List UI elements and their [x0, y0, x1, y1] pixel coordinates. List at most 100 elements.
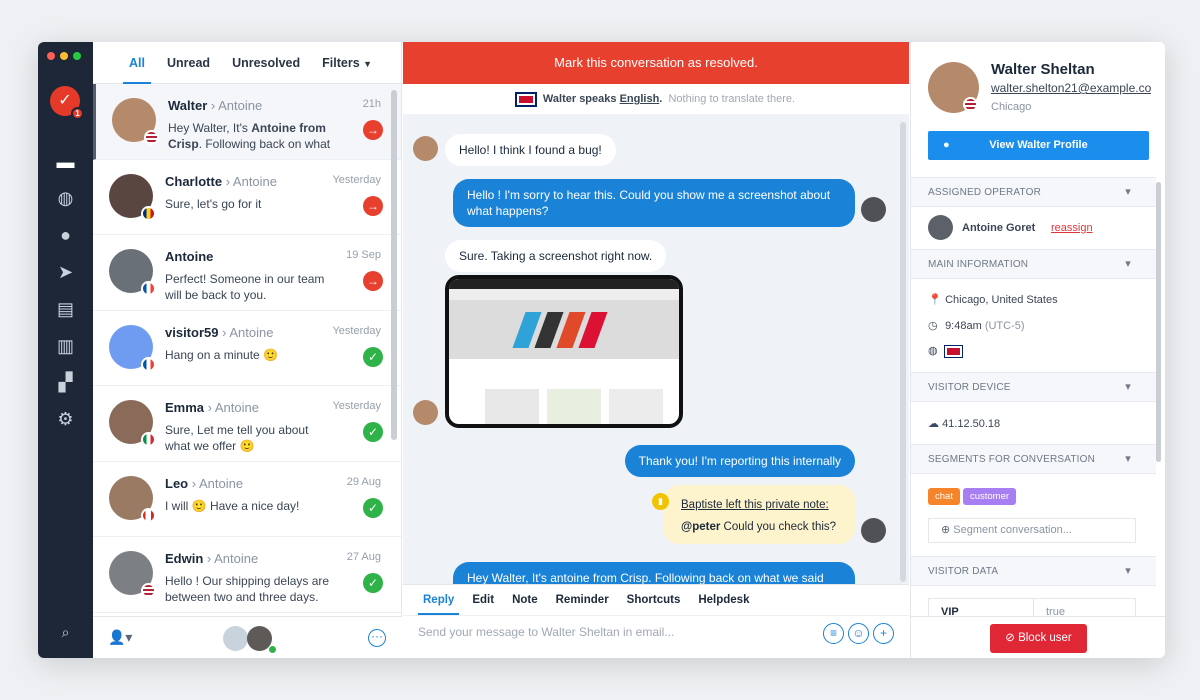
- screenshot-attachment[interactable]: [445, 275, 683, 428]
- cloud-icon: ☁: [928, 418, 939, 430]
- close-window-button[interactable]: [47, 52, 55, 60]
- chat-icon[interactable]: ▬: [38, 152, 93, 173]
- tab-shortcuts[interactable]: Shortcuts: [627, 594, 681, 606]
- it-flag-icon: [141, 432, 156, 447]
- search-icon[interactable]: ⌕: [38, 624, 93, 641]
- contact-name: Walter › Antoine: [168, 98, 263, 113]
- window-controls: [47, 52, 81, 60]
- list-scrollbar[interactable]: [391, 90, 397, 440]
- emoji-icon[interactable]: ☺: [848, 623, 869, 644]
- check-icon: ✓: [363, 422, 383, 442]
- check-icon: ✓: [363, 573, 383, 593]
- section-assigned-operator[interactable]: ASSIGNED OPERATOR: [911, 177, 1156, 207]
- segment-input[interactable]: ⊕ Segment conversation...: [928, 518, 1136, 543]
- attach-plus-icon[interactable]: +: [873, 623, 894, 644]
- shortcuts-icon[interactable]: ≡: [823, 623, 844, 644]
- send-icon[interactable]: ➤: [38, 262, 93, 283]
- operator-filter-icon[interactable]: 👤▾: [108, 629, 132, 646]
- conversation-item[interactable]: Edwin › Antoine 27 Aug Hello ! Our shipp…: [93, 537, 401, 613]
- tab-note[interactable]: Note: [512, 594, 538, 606]
- visitor-timezone: (UTC-5): [984, 320, 1025, 332]
- notification-badge: 1: [71, 107, 84, 120]
- inbox-icon[interactable]: ▤: [38, 299, 93, 320]
- fr-flag-icon: [141, 356, 156, 372]
- tab-filters[interactable]: Filters ▼: [322, 42, 372, 84]
- language-link[interactable]: English: [620, 93, 660, 105]
- translation-bar: Walter speaks English. Nothing to transl…: [403, 84, 909, 114]
- conversation-time: 29 Aug: [346, 475, 381, 488]
- conversation-item[interactable]: Emma › Antoine Yesterday Sure, Let me te…: [93, 386, 401, 462]
- arrow-right-icon: →: [363, 271, 383, 291]
- conversation-item[interactable]: Antoine 19 Sep Perfect! Someone in our t…: [93, 235, 401, 311]
- block-icon: ⊘: [1005, 632, 1015, 644]
- main-sidebar: ✓ 1 ▬ ◍ ● ➤ ▤ ▥ ▞ ⚙ ⌕: [38, 42, 93, 658]
- tab-all[interactable]: All: [123, 42, 151, 84]
- check-icon: ✓: [363, 497, 383, 518]
- more-options-icon[interactable]: ···: [368, 629, 386, 647]
- globe-icon[interactable]: ◍: [38, 188, 93, 209]
- us-flag-icon: [963, 97, 978, 112]
- conversation-item[interactable]: Leo › Antoine 29 Aug I will 🙂 Have a nic…: [93, 462, 401, 537]
- visitor-name: Walter Sheltan: [991, 61, 1095, 78]
- tab-edit[interactable]: Edit: [472, 594, 494, 606]
- segment-tag[interactable]: customer: [962, 488, 1017, 505]
- arrow-right-icon: →: [363, 195, 383, 216]
- translate-prefix: Walter speaks: [542, 93, 620, 105]
- chat-panel: Mark this conversation as resolved. Walt…: [403, 42, 909, 658]
- user-icon[interactable]: ●: [38, 225, 93, 246]
- view-profile-button[interactable]: ● View Walter Profile: [928, 131, 1149, 160]
- fr-flag-icon: [141, 281, 156, 296]
- tab-helpdesk[interactable]: Helpdesk: [698, 594, 749, 606]
- online-indicator: [269, 646, 276, 653]
- conversation-item[interactable]: visitor59 › Antoine Yesterday Hang on a …: [93, 311, 401, 386]
- conversation-time: 21h: [362, 98, 381, 110]
- visitor-email[interactable]: walter.shelton21@example.com: [991, 81, 1151, 95]
- operator-avatar[interactable]: [223, 626, 248, 651]
- message-operator: Thank you! I'm reporting this internally: [624, 445, 855, 477]
- resolve-conversation-button[interactable]: Mark this conversation as resolved.: [403, 42, 909, 84]
- tab-reminder[interactable]: Reminder: [556, 594, 609, 606]
- minimize-window-button[interactable]: [60, 52, 68, 60]
- last-message: Hello ! Our shipping delays are between …: [165, 574, 330, 604]
- operator-avatar: [861, 197, 886, 222]
- operator-avatar: [861, 518, 886, 543]
- view-profile-label: View Walter Profile: [989, 139, 1088, 151]
- tab-unresolved[interactable]: Unresolved: [232, 42, 300, 84]
- ca-flag-icon: [141, 507, 156, 523]
- list-footer: 👤▾ ···: [93, 616, 402, 658]
- tab-reply[interactable]: Reply: [417, 594, 460, 615]
- visitor-avatar: [413, 400, 438, 425]
- section-segments[interactable]: SEGMENTS FOR CONVERSATION: [911, 444, 1156, 474]
- section-visitor-data[interactable]: VISITOR DATA: [911, 556, 1156, 586]
- visitor-ip: 41.12.50.18: [942, 418, 1001, 430]
- segment-placeholder: Segment conversation...: [953, 524, 1072, 536]
- tab-unread[interactable]: Unread: [167, 42, 210, 84]
- location-pin-icon: 📍: [928, 294, 942, 306]
- maximize-window-button[interactable]: [73, 52, 81, 60]
- contact-name: Antoine: [165, 249, 214, 264]
- last-message: I will 🙂 Have a nice day!: [165, 498, 300, 513]
- profile-scrollbar[interactable]: [1156, 182, 1161, 462]
- analytics-icon[interactable]: ▥: [38, 336, 93, 357]
- message-operator: Hello ! I'm sorry to hear this. Could yo…: [453, 179, 855, 227]
- conversation-time: 27 Aug: [346, 551, 381, 563]
- conversation-item[interactable]: Charlotte › Antoine Yesterday Sure, let'…: [93, 160, 401, 235]
- website-logo[interactable]: ✓ 1: [50, 86, 84, 120]
- conversation-item[interactable]: Walter › Antoine 21h Hey Walter, It's An…: [93, 84, 401, 160]
- contact-name: Leo › Antoine: [165, 475, 244, 491]
- globe-icon: ◍: [928, 345, 938, 357]
- last-message: Sure, let's go for it: [165, 196, 262, 211]
- filter-tabs: All Unread Unresolved Filters ▼: [93, 42, 401, 84]
- note-mention[interactable]: @peter: [681, 521, 720, 533]
- message-input[interactable]: Send your message to Walter Sheltan in e…: [418, 625, 674, 639]
- section-visitor-device[interactable]: VISITOR DEVICE: [911, 372, 1156, 402]
- block-user-button[interactable]: ⊘ Block user: [990, 624, 1087, 653]
- chat-scrollbar[interactable]: [900, 122, 906, 582]
- settings-icon[interactable]: ⚙: [38, 409, 93, 430]
- segment-tag[interactable]: chat: [928, 488, 960, 505]
- section-main-information[interactable]: MAIN INFORMATION: [911, 249, 1156, 279]
- plugins-icon[interactable]: ▞: [38, 372, 93, 393]
- reassign-link[interactable]: reassign: [1051, 222, 1093, 234]
- contact-name: Edwin › Antoine: [165, 551, 259, 566]
- check-icon: ✓: [363, 346, 383, 367]
